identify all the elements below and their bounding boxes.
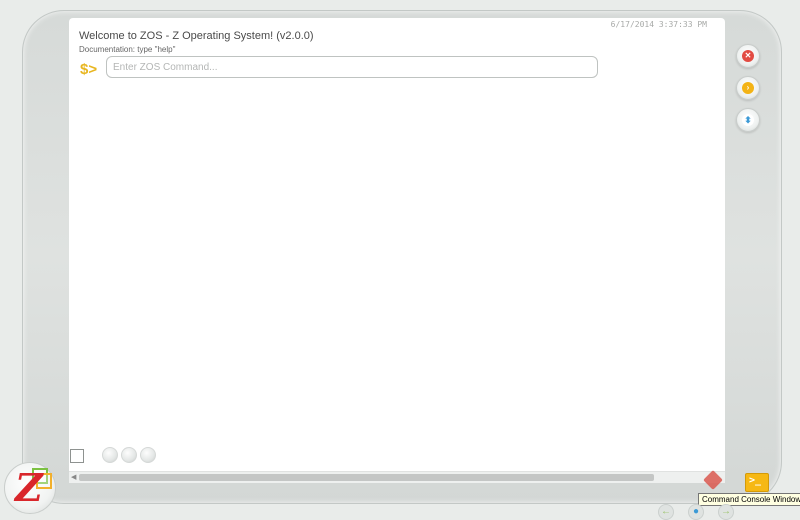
- console-icon: ›: [742, 82, 754, 94]
- console-checkbox[interactable]: [70, 449, 84, 463]
- back-arrow-icon[interactable]: ←: [658, 504, 674, 520]
- menu-round-icon[interactable]: [121, 447, 137, 463]
- scroll-updown-icon: ⬍: [742, 114, 754, 126]
- command-console-window: 6/17/2014 3:37:33 PM Welcome to ZOS - Z …: [69, 18, 725, 483]
- console-button[interactable]: ›: [736, 76, 760, 100]
- welcome-message: Welcome to ZOS - Z Operating System! (v2…: [79, 30, 314, 42]
- z-logo-icon[interactable]: Z: [4, 462, 56, 514]
- close-window-button[interactable]: ✕: [736, 44, 760, 68]
- timestamp: 6/17/2014 3:37:33 PM: [610, 20, 707, 29]
- settings-round-icon[interactable]: [140, 447, 156, 463]
- scroll-toggle-button[interactable]: ⬍: [736, 108, 760, 132]
- horizontal-scrollbar[interactable]: ◀: [69, 471, 725, 483]
- documentation-hint: Documentation: type "help": [79, 45, 176, 54]
- console-window-icon[interactable]: >_: [745, 473, 769, 492]
- close-icon: ✕: [742, 50, 754, 62]
- command-input[interactable]: [106, 56, 598, 78]
- command-prompt: $>: [80, 61, 98, 78]
- scrollbar-thumb[interactable]: [79, 474, 654, 481]
- scroll-left-icon[interactable]: ◀: [71, 472, 76, 483]
- home-icon[interactable]: ●: [688, 504, 704, 520]
- forward-arrow-icon[interactable]: →: [718, 504, 734, 520]
- navigation-strip: ← ● →: [650, 504, 740, 520]
- mini-round-icon[interactable]: [102, 447, 118, 463]
